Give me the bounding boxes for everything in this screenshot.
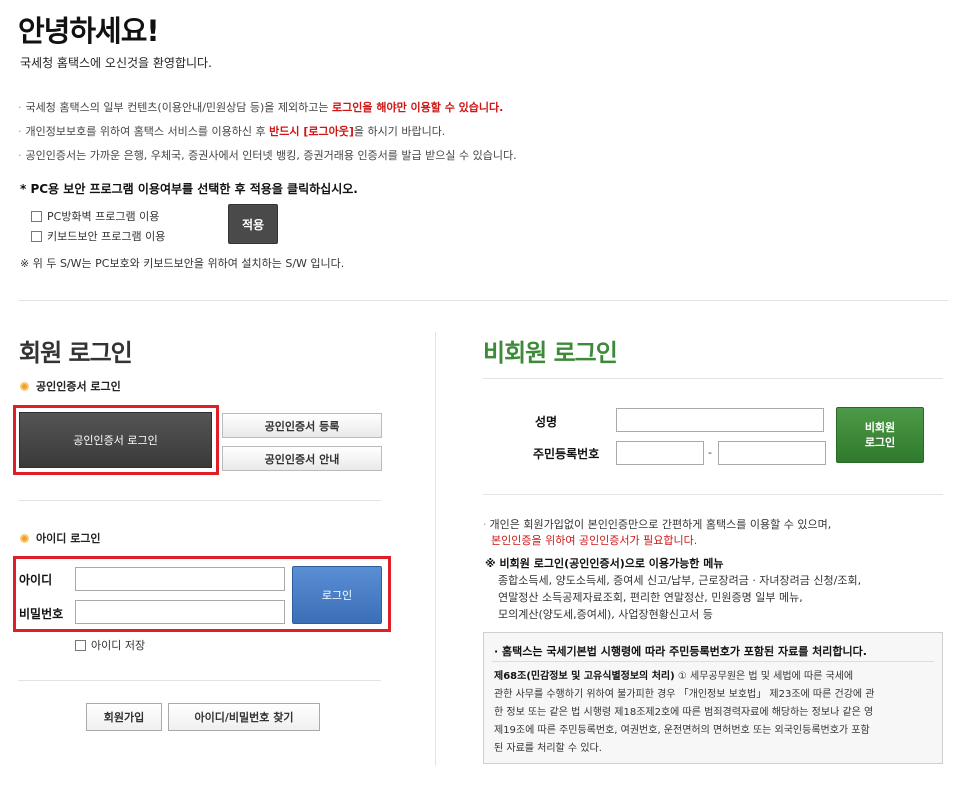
keyboard-security-label: 키보드보안 프로그램 이용 bbox=[47, 230, 166, 243]
name-input[interactable] bbox=[616, 408, 824, 432]
column-divider bbox=[435, 332, 436, 766]
guest-menu-heading: ※ 비회원 로그인(공인인증서)으로 이용가능한 메뉴 bbox=[485, 557, 724, 570]
join-button[interactable]: 회원가입 bbox=[86, 703, 162, 731]
welcome-message: 국세청 홈택스에 오신것을 환영합니다. bbox=[20, 56, 212, 70]
guest-cert-required: 본인인증을 위하여 공인인증서가 필요합니다. bbox=[491, 534, 698, 547]
id-login-section-label: 아이디 로그인 bbox=[20, 530, 101, 546]
firewall-label: PC방화벽 프로그램 이용 bbox=[47, 210, 160, 223]
rrn-back-input[interactable] bbox=[718, 441, 826, 465]
privacy-info-body: 제68조(민감정보 및 고유식별정보의 처리) ① 세무공무원은 법 및 세법에… bbox=[494, 671, 875, 754]
guest-menu-line: 연말정산 소득공제자료조회, 편리한 연말정산, 민원증명 일부 메뉴, bbox=[498, 591, 803, 604]
rrn-dash: - bbox=[708, 446, 712, 459]
save-id-label: 아이디 저장 bbox=[91, 639, 146, 652]
member-bottom-divider bbox=[18, 680, 381, 681]
cert-login-button[interactable]: 공인인증서 로그인 bbox=[19, 412, 212, 468]
name-label: 성명 bbox=[535, 415, 558, 429]
keyboard-security-option[interactable]: 키보드보안 프로그램 이용 bbox=[31, 228, 165, 244]
cert-guide-button[interactable]: 공인인증서 안내 bbox=[222, 446, 382, 471]
bullet-icon bbox=[20, 533, 29, 543]
rrn-front-input[interactable] bbox=[616, 441, 704, 465]
login-button[interactable]: 로그인 bbox=[292, 566, 382, 624]
apply-button[interactable]: 적용 bbox=[228, 204, 278, 244]
guest-description: · 개인은 회원가입없이 본인인증만으로 간편하게 홈택스를 이용할 수 있으며, bbox=[483, 518, 832, 531]
notice-login-required: · 국세청 홈택스의 일부 컨텐츠(이용안내/민원상담 등)을 제외하고는 로그인… bbox=[18, 101, 504, 114]
save-id-option[interactable]: 아이디 저장 bbox=[75, 637, 145, 653]
guest-form-divider bbox=[483, 494, 943, 495]
rrn-label: 주민등록번호 bbox=[533, 447, 600, 461]
guest-login-button[interactable]: 비회원 로그인 bbox=[836, 407, 924, 463]
cert-login-section-label: 공인인증서 로그인 bbox=[20, 378, 121, 394]
firewall-checkbox[interactable] bbox=[31, 210, 42, 222]
cert-register-button[interactable]: 공인인증서 등록 bbox=[222, 413, 382, 438]
guest-menu-line: 종합소득세, 양도소득세, 증여세 신고/납부, 근로장려금 · 자녀장려금 신… bbox=[498, 574, 862, 587]
guest-divider bbox=[483, 378, 943, 379]
software-note: ※ 위 두 S/W는 PC보호와 키보드보안을 위하여 설치하는 S/W 입니다… bbox=[20, 257, 345, 270]
password-label: 비밀번호 bbox=[19, 607, 64, 621]
firewall-option[interactable]: PC방화벽 프로그램 이용 bbox=[31, 208, 159, 224]
guest-menu-line: 모의계산(양도세,증여세), 사업장현황신고서 등 bbox=[498, 608, 713, 621]
bullet-icon bbox=[20, 381, 29, 391]
id-input[interactable] bbox=[75, 567, 285, 591]
password-input[interactable] bbox=[75, 600, 285, 624]
find-id-password-button[interactable]: 아이디/비밀번호 찾기 bbox=[168, 703, 320, 731]
privacy-info-box: · 홈택스는 국세기본법 시행령에 따라 주민등록번호가 포함된 자료를 처리합… bbox=[483, 632, 943, 764]
notice-logout: · 개인정보보호를 위하여 홈택스 서비스를 이용하신 후 반드시 [로그아웃]을… bbox=[18, 125, 446, 138]
save-id-checkbox[interactable] bbox=[75, 639, 86, 651]
member-divider bbox=[18, 500, 381, 501]
security-heading: * PC용 보안 프로그램 이용여부를 선택한 후 적용을 클릭하십시오. bbox=[20, 182, 358, 196]
member-login-heading: 회원 로그인 bbox=[19, 339, 133, 367]
section-divider bbox=[18, 300, 948, 301]
page-title: 안녕하세요! bbox=[18, 14, 160, 48]
notice-certificate: · 공인인증서는 가까운 은행, 우체국, 증권사에서 인터넷 뱅킹, 증권거래용… bbox=[18, 149, 517, 162]
privacy-info-heading: · 홈택스는 국세기본법 시행령에 따라 주민등록번호가 포함된 자료를 처리합… bbox=[494, 645, 867, 658]
guest-login-heading: 비회원 로그인 bbox=[483, 339, 618, 367]
privacy-info-divider bbox=[492, 661, 934, 662]
keyboard-security-checkbox[interactable] bbox=[31, 230, 42, 242]
id-label: 아이디 bbox=[19, 573, 53, 587]
